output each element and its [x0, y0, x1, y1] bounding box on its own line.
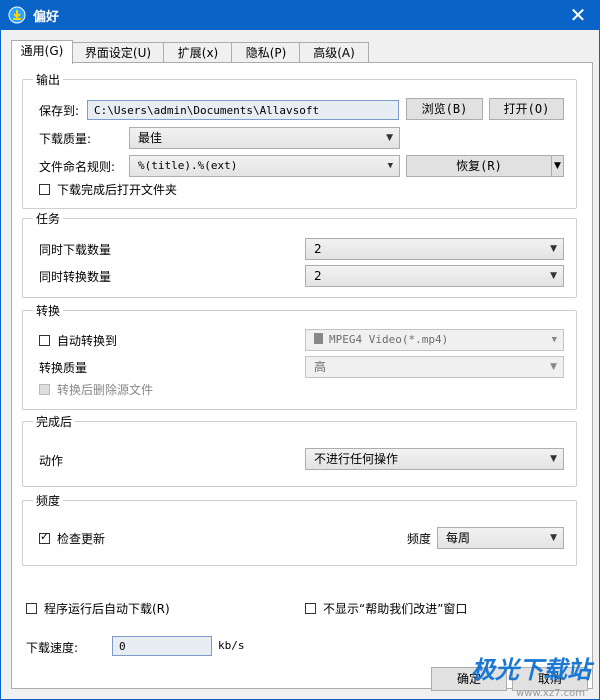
tab-privacy[interactable]: 隐私(P): [231, 42, 301, 63]
frequency-value: 每周: [446, 531, 471, 545]
app-download-icon: [8, 6, 26, 24]
concurrent-download-value: 2: [314, 242, 322, 256]
video-file-icon: [314, 333, 323, 344]
convert-quality-value: 高: [314, 360, 327, 374]
after-complete-group-title: 完成后: [33, 413, 76, 430]
naming-rule-value: %(title).%(ext): [138, 159, 238, 172]
task-group-title: 任务: [33, 210, 64, 227]
naming-rule-label: 文件命名规则:: [39, 160, 116, 174]
open-folder-after-label: 下载完成后打开文件夹: [57, 183, 178, 197]
auto-convert-checkbox[interactable]: [39, 335, 50, 346]
convert-format-value: MPEG4 Video(*.mp4): [329, 333, 449, 346]
check-updates-checkbox[interactable]: [39, 530, 50, 544]
frequency-label: 频度: [407, 532, 432, 546]
hide-help-label: 不显示“帮助我们改进”窗口: [323, 602, 468, 616]
download-quality-value: 最佳: [138, 131, 163, 145]
close-icon[interactable]: ✕: [566, 3, 590, 27]
title-bar: 偏好 ✕: [0, 0, 600, 30]
delete-source-label: 转换后删除源文件: [57, 383, 154, 397]
chevron-down-icon: ▼: [550, 271, 557, 281]
convert-group: 转换 自动转换到 MPEG4 Video(*.mp4) ▼ 转换质量 高 ▼ 转…: [22, 302, 577, 410]
action-label: 动作: [39, 454, 64, 468]
save-path-field[interactable]: C:\Users\admin\Documents\Allavsoft: [87, 100, 399, 120]
auto-convert-label: 自动转换到: [57, 334, 118, 348]
convert-quality-select[interactable]: 高 ▼: [305, 356, 564, 378]
frequency-group-title: 频度: [33, 492, 64, 509]
chevron-down-icon: ▼: [550, 454, 557, 464]
delete-source-checkbox[interactable]: [39, 384, 50, 395]
chevron-down-icon: ▼: [387, 161, 393, 171]
output-group-title: 输出: [33, 71, 64, 88]
chevron-down-icon: ▼: [550, 362, 557, 372]
convert-group-title: 转换: [33, 302, 64, 319]
tab-extension[interactable]: 扩展(x): [163, 42, 233, 63]
chevron-down-icon: ▼: [551, 335, 557, 345]
watermark-logo: 极光下载站: [471, 656, 591, 684]
window-title: 偏好: [33, 10, 60, 25]
auto-download-label: 程序运行后自动下载(R): [44, 602, 170, 616]
concurrent-download-select[interactable]: 2 ▼: [305, 238, 564, 260]
browse-button[interactable]: 浏览(B): [406, 98, 483, 120]
concurrent-convert-value: 2: [314, 269, 322, 283]
hide-help-checkbox[interactable]: [305, 603, 316, 614]
after-complete-group: 完成后 动作 不进行任何操作 ▼: [22, 413, 577, 487]
speed-unit: kb/s: [218, 639, 245, 652]
action-select[interactable]: 不进行任何操作 ▼: [305, 448, 564, 470]
download-speed-label: 下载速度:: [26, 641, 79, 655]
chevron-down-icon: ▼: [550, 533, 557, 543]
frequency-select[interactable]: 每周 ▼: [437, 527, 564, 549]
restore-button[interactable]: 恢复(R): [406, 155, 552, 177]
frequency-group: 频度 检查更新 频度 每周 ▼: [22, 492, 577, 566]
convert-quality-label: 转换质量: [39, 361, 88, 375]
download-speed-input[interactable]: 0: [112, 636, 212, 656]
output-group: 输出 保存到: C:\Users\admin\Documents\Allavso…: [22, 71, 577, 209]
save-to-label: 保存到:: [39, 104, 80, 118]
auto-download-checkbox[interactable]: [26, 603, 37, 614]
download-quality-label: 下载质量:: [39, 132, 92, 146]
task-group: 任务 同时下载数量 2 ▼ 同时转换数量 2 ▼: [22, 210, 577, 298]
tab-interface[interactable]: 界面设定(U): [71, 42, 165, 63]
naming-rule-select[interactable]: %(title).%(ext) ▼: [129, 155, 400, 177]
watermark-url: www.xz7.com: [516, 688, 585, 699]
download-quality-select[interactable]: 最佳 ▼: [129, 127, 400, 149]
action-value: 不进行任何操作: [314, 452, 399, 466]
open-folder-button[interactable]: 打开(O): [489, 98, 564, 120]
tab-advanced[interactable]: 高级(A): [299, 42, 369, 63]
restore-dropdown-icon[interactable]: ▼: [552, 155, 564, 177]
concurrent-download-label: 同时下载数量: [39, 243, 112, 257]
open-folder-checkbox[interactable]: [39, 184, 50, 195]
check-updates-label: 检查更新: [57, 532, 106, 546]
dialog-body: 通用(G) 界面设定(U) 扩展(x) 隐私(P) 高级(A) 输出 保存到: …: [1, 30, 599, 699]
general-panel: 输出 保存到: C:\Users\admin\Documents\Allavso…: [11, 62, 593, 689]
tab-general[interactable]: 通用(G): [11, 40, 73, 64]
concurrent-convert-select[interactable]: 2 ▼: [305, 265, 564, 287]
convert-format-select[interactable]: MPEG4 Video(*.mp4) ▼: [305, 329, 564, 351]
chevron-down-icon: ▼: [550, 244, 557, 254]
chevron-down-icon: ▼: [386, 133, 393, 143]
concurrent-convert-label: 同时转换数量: [39, 270, 112, 284]
